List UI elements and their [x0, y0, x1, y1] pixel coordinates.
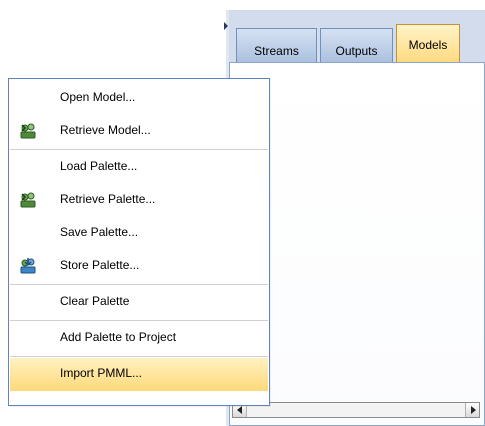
arrow-left-icon — [237, 406, 242, 414]
menu-item-retrieve-model[interactable]: Retrieve Model... — [10, 115, 268, 148]
tab-models-label: Models — [408, 38, 448, 52]
scroll-right-button[interactable] — [465, 403, 479, 417]
arrow-right-icon — [471, 406, 476, 414]
menu-item-label: Open Model... — [60, 90, 136, 104]
app-window: Streams Outputs Models Open Model... Ret… — [0, 0, 485, 426]
menu-item-label: Store Palette... — [60, 258, 140, 272]
menu-separator — [10, 320, 268, 321]
menu-item-label: Retrieve Model... — [60, 123, 151, 137]
tab-bar: Streams Outputs Models — [229, 10, 485, 72]
tab-outputs-label: Outputs — [335, 44, 378, 58]
menu-separator — [10, 356, 268, 357]
tab-streams-label: Streams — [254, 44, 299, 58]
menu-item-load-palette[interactable]: Load Palette... — [10, 151, 268, 184]
menu-separator — [10, 149, 268, 150]
menu-item-label: Load Palette... — [60, 159, 138, 173]
menu-item-label: Import PMML... — [60, 366, 143, 380]
menu-separator — [10, 284, 268, 285]
panel-collapse-handle[interactable] — [224, 22, 228, 30]
menu-item-add-palette-to-project[interactable]: Add Palette to Project — [10, 322, 268, 355]
menu-item-retrieve-palette[interactable]: Retrieve Palette... — [10, 184, 268, 217]
menu-item-clear-palette[interactable]: Clear Palette — [10, 286, 268, 319]
menu-item-label: Retrieve Palette... — [60, 192, 156, 206]
menu-item-store-palette[interactable]: Store Palette... — [10, 250, 268, 283]
models-context-menu: Open Model... Retrieve Model... Load Pal… — [8, 78, 270, 406]
menu-item-label: Clear Palette — [60, 294, 130, 308]
menu-item-label: Add Palette to Project — [60, 330, 177, 344]
retrieve-icon — [20, 192, 36, 208]
menu-item-save-palette[interactable]: Save Palette... — [10, 217, 268, 250]
menu-item-label: Save Palette... — [60, 225, 139, 239]
menu-item-import-pmml[interactable]: Import PMML... — [10, 358, 268, 391]
retrieve-icon — [20, 123, 36, 139]
store-icon — [20, 258, 36, 274]
menu-item-open-model[interactable]: Open Model... — [10, 82, 268, 115]
